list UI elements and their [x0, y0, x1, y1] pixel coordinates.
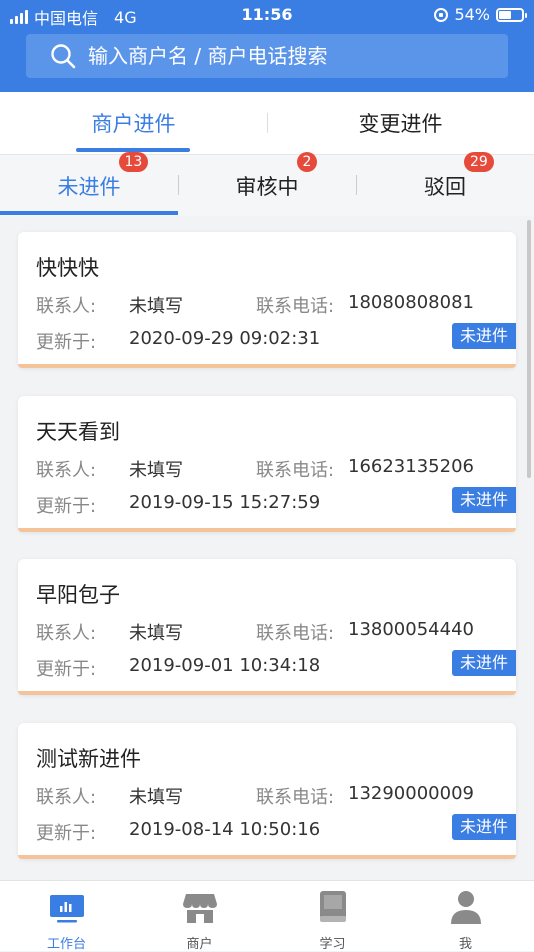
- merchant-list: 快快快 联系人: 未填写 联系电话: 18080808081 更新于: 2020…: [0, 216, 534, 880]
- nav-label: 学习: [319, 937, 346, 952]
- updated-label: 更新于:: [36, 823, 97, 844]
- contact-label: 联系人:: [36, 296, 97, 317]
- tab-merchant-onboarding[interactable]: 商户进件: [0, 92, 267, 154]
- merchant-card[interactable]: 天天看到 联系人: 未填写 联系电话: 16623135206 更新于: 201…: [18, 396, 516, 532]
- updated-value: 2020-09-29 09:02:31: [129, 328, 321, 349]
- contact-label: 联系人:: [36, 787, 97, 808]
- list-scrollbar[interactable]: [527, 220, 531, 478]
- card-accent-bar: [18, 528, 516, 532]
- tab-label: 未进件: [57, 174, 121, 199]
- nav-learning[interactable]: 学习: [266, 881, 399, 952]
- merchant-card[interactable]: 快快快 联系人: 未填写 联系电话: 18080808081 更新于: 2020…: [18, 232, 516, 368]
- phone-label: 联系电话:: [256, 623, 335, 644]
- updated-label: 更新于:: [36, 659, 97, 680]
- phone-label: 联系电话:: [256, 787, 335, 808]
- contact-label: 联系人:: [36, 460, 97, 481]
- book-icon: [319, 891, 346, 922]
- tab-divider: [356, 175, 357, 195]
- phone-label: 联系电话:: [256, 296, 335, 317]
- merchant-name: 早阳包子: [36, 583, 120, 607]
- search-icon: [51, 44, 76, 69]
- store-icon: [182, 894, 217, 923]
- bottom-nav: 工作台 商户 学习 我: [0, 880, 534, 952]
- phone-value: 13800054440: [348, 619, 474, 640]
- battery-percent: 54%: [454, 5, 490, 24]
- app-header: 中国电信 4G 11:56 54%: [0, 0, 534, 92]
- phone-value: 18080808081: [348, 292, 474, 313]
- tab-divider: [178, 175, 179, 195]
- updated-value: 2019-09-01 10:34:18: [129, 655, 321, 676]
- nav-label: 商户: [186, 937, 213, 952]
- updated-label: 更新于:: [36, 496, 97, 517]
- status-right: 54%: [434, 5, 527, 24]
- nav-merchant[interactable]: 商户: [133, 881, 266, 952]
- nav-label: 我: [458, 937, 472, 952]
- tab-label: 商户进件: [91, 112, 176, 136]
- merchant-name: 快快快: [36, 256, 99, 280]
- contact-value: 未填写: [129, 623, 183, 644]
- rotation-lock-icon: [434, 7, 449, 22]
- card-accent-bar: [18, 364, 516, 368]
- tab-under-review[interactable]: 审核中 2: [178, 151, 356, 216]
- status-badge: 未进件: [451, 814, 516, 840]
- merchant-name: 天天看到: [36, 420, 120, 444]
- contact-value: 未填写: [129, 460, 183, 481]
- status-bar: 中国电信 4G 11:56 54%: [0, 0, 534, 30]
- primary-tabs: 商户进件 变更进件: [0, 92, 534, 155]
- count-badge: 13: [118, 151, 149, 172]
- tab-label: 变更进件: [358, 112, 443, 136]
- tab-rejected[interactable]: 驳回 29: [356, 151, 534, 216]
- phone-value: 13290000009: [348, 783, 474, 804]
- nav-label: 工作台: [46, 937, 86, 952]
- status-badge: 未进件: [451, 487, 516, 513]
- tab-not-submitted[interactable]: 未进件 13: [0, 151, 178, 216]
- tab-label: 驳回: [424, 174, 466, 199]
- contact-label: 联系人:: [36, 623, 97, 644]
- active-tab-indicator: [0, 211, 178, 215]
- dashboard-icon: [49, 895, 84, 923]
- updated-value: 2019-08-14 10:50:16: [129, 819, 321, 840]
- user-icon: [450, 891, 481, 924]
- nav-workbench[interactable]: 工作台: [0, 881, 133, 952]
- merchant-card[interactable]: 测试新进件 联系人: 未填写 联系电话: 13290000009 更新于: 20…: [18, 723, 516, 859]
- status-badge: 未进件: [451, 323, 516, 349]
- contact-value: 未填写: [129, 296, 183, 317]
- status-badge: 未进件: [451, 650, 516, 676]
- contact-value: 未填写: [129, 787, 183, 808]
- merchant-name: 测试新进件: [36, 747, 141, 771]
- merchant-card[interactable]: 早阳包子 联系人: 未填写 联系电话: 13800054440 更新于: 201…: [18, 559, 516, 695]
- count-badge: 29: [464, 151, 494, 172]
- phone-label: 联系电话:: [256, 460, 335, 481]
- tab-change-onboarding[interactable]: 变更进件: [267, 92, 534, 154]
- phone-value: 16623135206: [348, 456, 474, 477]
- card-accent-bar: [18, 691, 516, 695]
- tab-label: 审核中: [235, 174, 299, 199]
- card-accent-bar: [18, 855, 516, 859]
- search-input[interactable]: [86, 43, 490, 69]
- count-badge: 2: [296, 151, 318, 172]
- status-tabs: 未进件 13 审核中 2 驳回 29: [0, 151, 534, 216]
- battery-icon: [496, 7, 527, 22]
- search-bar[interactable]: [26, 34, 508, 78]
- updated-label: 更新于:: [36, 332, 97, 353]
- nav-me[interactable]: 我: [399, 881, 532, 952]
- updated-value: 2019-09-15 15:27:59: [129, 492, 321, 513]
